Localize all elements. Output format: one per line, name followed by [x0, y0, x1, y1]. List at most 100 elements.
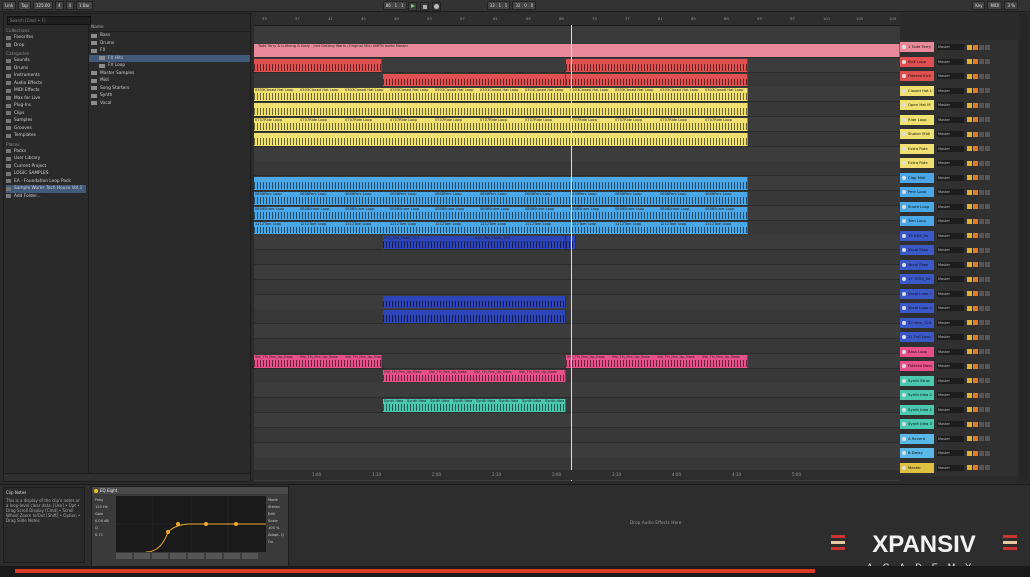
- arm-button[interactable]: [979, 131, 984, 137]
- track-name[interactable]: Perc Loop: [900, 187, 934, 197]
- arm-button[interactable]: [979, 421, 984, 427]
- track-activator-button[interactable]: [967, 88, 972, 93]
- volume-field[interactable]: [985, 436, 990, 441]
- scale-value[interactable]: 100 %: [268, 525, 286, 532]
- solo-button[interactable]: [973, 465, 978, 470]
- track-activator-button[interactable]: [967, 189, 972, 195]
- track-name[interactable]: Snare Loop: [900, 201, 934, 212]
- track-name[interactable]: Filtered Bass: [900, 361, 934, 371]
- browser-collections-item[interactable]: Drop: [6, 42, 86, 50]
- volume-field[interactable]: [985, 204, 990, 209]
- track-activator-button[interactable]: [967, 392, 972, 398]
- track-name[interactable]: Open Hat M: [900, 100, 934, 110]
- track-header[interactable]: Filtered Kick Master: [900, 69, 1017, 83]
- clip[interactable]: SW_TH_Fire_Up_Bass SW_TH_Fire_Up_Bass SW_T…: [566, 354, 748, 368]
- solo-button[interactable]: [973, 73, 978, 79]
- track-header[interactable]: Ride Loop Master: [900, 113, 1017, 127]
- clip[interactable]: 0707Ride Loop 0707Ride Loop 0707Ride Loop 0…: [254, 118, 748, 131]
- track-header[interactable]: Vocal Stab Master: [900, 258, 1017, 272]
- arm-button[interactable]: [979, 146, 984, 151]
- band-5-button[interactable]: [188, 553, 204, 559]
- arm-button[interactable]: [979, 204, 984, 209]
- browser-item[interactable]: FX: [89, 47, 250, 55]
- solo-button[interactable]: [973, 189, 978, 195]
- track-activator-button[interactable]: [967, 334, 972, 340]
- track-output-select[interactable]: Master: [937, 406, 964, 413]
- browser-item[interactable]: Drums: [89, 40, 250, 48]
- track-output-select[interactable]: Master: [937, 435, 964, 442]
- band-1-button[interactable]: [116, 553, 132, 559]
- browser-item[interactable]: FX Loop: [89, 62, 250, 70]
- track-header[interactable]: Tom Loop Master: [900, 214, 1017, 228]
- clip[interactable]: KX3_Vox_Hook_124KX3_Vox_Hook_124KX3_Vox_…: [383, 236, 566, 250]
- arm-button[interactable]: [979, 407, 984, 412]
- solo-button[interactable]: [973, 44, 978, 50]
- browser-places-item[interactable]: LOGIC SAMPLES: [6, 170, 86, 178]
- track-output-select[interactable]: Master: [937, 450, 964, 456]
- solo-button[interactable]: [973, 363, 978, 369]
- q-value[interactable]: 0.71: [95, 532, 115, 539]
- song-position[interactable]: 86 . 1 . 1: [382, 1, 407, 10]
- arm-button[interactable]: [979, 465, 984, 470]
- browser-item[interactable]: Synth: [89, 92, 250, 100]
- track-output-select[interactable]: Master: [937, 319, 964, 326]
- clip[interactable]: [383, 310, 566, 324]
- browser-item[interactable]: Master Samples: [89, 70, 250, 78]
- track-activator-button[interactable]: [967, 218, 972, 224]
- track-lane[interactable]: [254, 324, 900, 340]
- clip[interactable]: [566, 73, 748, 87]
- track-activator-button[interactable]: [967, 291, 972, 296]
- arm-button[interactable]: [979, 218, 984, 224]
- solo-button[interactable]: [973, 320, 978, 325]
- track-output-select[interactable]: Master: [937, 102, 964, 108]
- volume-field[interactable]: [985, 189, 990, 195]
- track-header[interactable]: Clap Midi Master: [900, 171, 1017, 185]
- track-header[interactable]: Extra Ride Master: [900, 156, 1017, 170]
- arm-button[interactable]: [979, 363, 984, 369]
- track-name[interactable]: Synth Idea 3: [900, 419, 934, 429]
- track-name[interactable]: Vocal Loop 1: [900, 288, 934, 299]
- edit-label[interactable]: Edit: [268, 511, 286, 518]
- clip[interactable]: 0808Snare Loop 0808Snare Loop 0808Snare Lo…: [254, 206, 748, 220]
- track-activator-button[interactable]: [967, 363, 972, 369]
- track-header[interactable]: 20 shm_124 Master: [900, 316, 1017, 330]
- clip[interactable]: [566, 58, 748, 72]
- track-name[interactable]: A Reverb: [900, 433, 934, 444]
- arm-button[interactable]: [979, 88, 984, 93]
- track-lane[interactable]: [254, 265, 900, 280]
- clip[interactable]: SW_TH_Fire_Up_Bass SW_TH_Fire_Up_Bass SW_T…: [254, 354, 382, 368]
- solo-button[interactable]: [973, 117, 978, 122]
- solo-button[interactable]: [973, 305, 978, 311]
- track-name[interactable]: Clap Midi: [900, 172, 934, 183]
- clip[interactable]: 0303Closed Hat Loop 0303Closed Hat Loop 03…: [254, 88, 748, 102]
- track-output-select[interactable]: Master: [937, 232, 964, 239]
- eq-graph[interactable]: [116, 496, 266, 553]
- track-activator-button[interactable]: [967, 73, 972, 79]
- track-lane[interactable]: [254, 442, 900, 458]
- arm-button[interactable]: [979, 276, 984, 282]
- track-name[interactable]: Closed Hat L: [900, 85, 934, 96]
- track-name[interactable]: Extra Ride: [900, 158, 934, 168]
- track-lane[interactable]: [254, 398, 900, 414]
- device-title[interactable]: EQ Eight: [92, 487, 288, 494]
- track-header[interactable]: Vocal Stab Master: [900, 243, 1017, 257]
- signature-denominator[interactable]: 4: [65, 1, 75, 10]
- signature-numerator[interactable]: 4: [54, 1, 64, 10]
- volume-field[interactable]: [985, 102, 990, 108]
- track-header[interactable]: Extra Ride Master: [900, 142, 1017, 156]
- stop-icon[interactable]: [420, 2, 429, 11]
- arm-button[interactable]: [979, 436, 984, 441]
- track-header[interactable]: Perc Loop Master: [900, 185, 1017, 199]
- volume-field[interactable]: [985, 378, 990, 383]
- track-lane[interactable]: [254, 161, 900, 177]
- solo-button[interactable]: [973, 291, 978, 296]
- track-name[interactable]: Shaker Midi: [900, 129, 934, 139]
- arm-button[interactable]: [979, 450, 984, 456]
- volume-field[interactable]: [985, 320, 990, 325]
- track-header[interactable]: Filtered Bass Master: [900, 359, 1017, 373]
- browser-categories-item[interactable]: Drums: [6, 65, 86, 73]
- browser-collections-item[interactable]: Favorites: [6, 34, 86, 42]
- arm-button[interactable]: [979, 233, 984, 238]
- track-lane[interactable]: [254, 146, 900, 162]
- track-header[interactable]: 14 KX3_Vo Master: [900, 229, 1017, 243]
